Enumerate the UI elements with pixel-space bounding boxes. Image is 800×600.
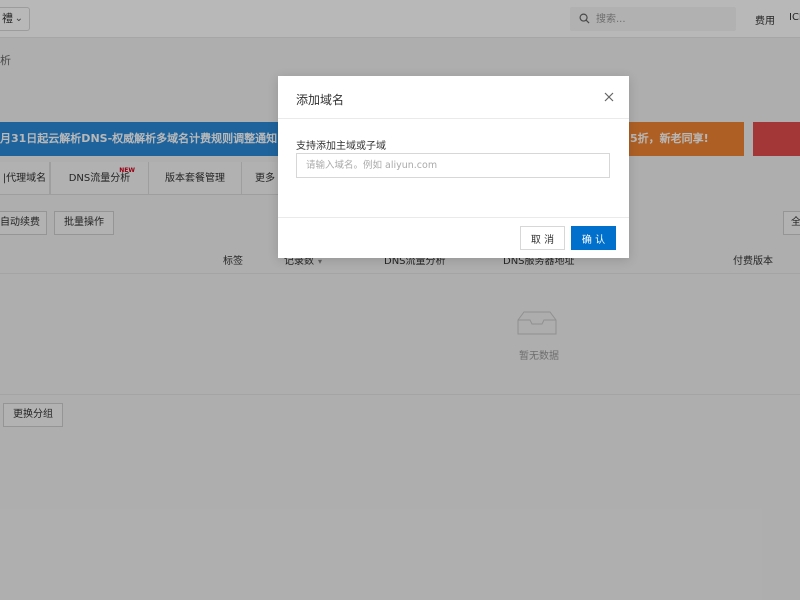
- domain-field-label: 支持添加主域或子域: [296, 141, 386, 152]
- add-domain-dialog: 添加域名 支持添加主域或子域 取 消 确 认: [278, 76, 629, 258]
- dialog-footer-divider: [278, 217, 629, 218]
- dialog-title: 添加域名: [296, 93, 345, 107]
- dialog-header-divider: [278, 118, 629, 119]
- domain-input[interactable]: [296, 153, 610, 178]
- close-icon[interactable]: [603, 91, 615, 103]
- confirm-button[interactable]: 确 认: [571, 226, 616, 250]
- cancel-button[interactable]: 取 消: [520, 226, 565, 250]
